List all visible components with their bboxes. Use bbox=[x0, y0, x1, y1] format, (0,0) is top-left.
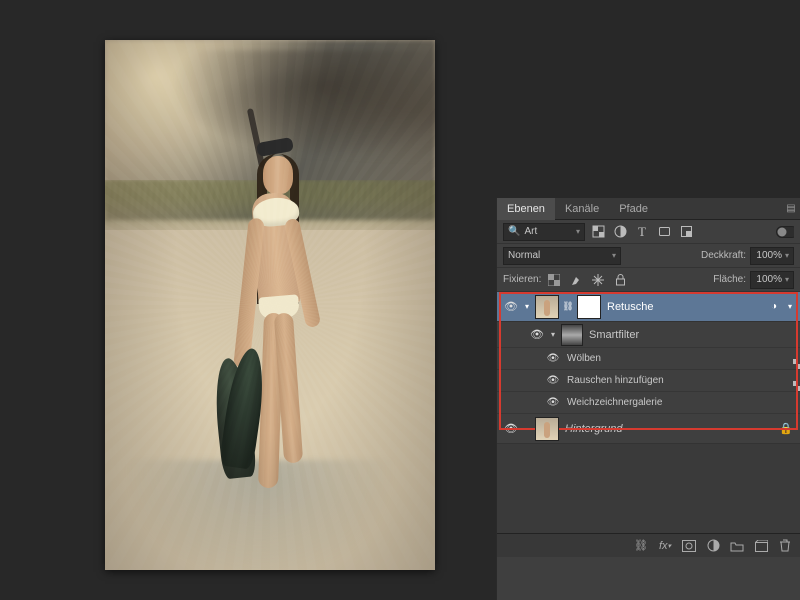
delete-layer-icon[interactable] bbox=[774, 537, 796, 555]
new-group-icon[interactable] bbox=[726, 537, 748, 555]
layer-retusche[interactable]: 👁 ⛓ Retusche ◑ bbox=[497, 292, 800, 322]
layer-name[interactable]: Hintergrund bbox=[561, 423, 776, 435]
fx-icon[interactable]: fx▾ bbox=[654, 537, 676, 555]
filter-mask-thumb[interactable] bbox=[561, 324, 583, 346]
panel-menu-icon[interactable]: ▤ bbox=[782, 203, 800, 214]
filter-toggle[interactable] bbox=[776, 223, 794, 241]
layer-list: 👁 ⛓ Retusche ◑ 👁 Smartfilter 👁 Wölben 👁 … bbox=[497, 292, 800, 533]
layers-panel: Ebenen Kanäle Pfade ▤ 🔍 Art ▾ T Normal▾ … bbox=[496, 198, 800, 600]
filter-label: Art bbox=[524, 226, 537, 237]
visibility-icon[interactable]: 👁 bbox=[543, 353, 563, 364]
link-icon[interactable]: ⛓ bbox=[561, 301, 575, 312]
lock-icon[interactable]: 🔒 bbox=[776, 422, 796, 435]
filter-type-icon[interactable]: T bbox=[633, 223, 651, 241]
effects-expand-icon[interactable] bbox=[784, 302, 796, 311]
visibility-icon[interactable]: 👁 bbox=[501, 300, 521, 313]
filter-shape-icon[interactable] bbox=[655, 223, 673, 241]
layer-hintergrund[interactable]: 👁 Hintergrund 🔒 bbox=[497, 414, 800, 444]
link-layers-icon[interactable]: ⛓ bbox=[630, 537, 652, 555]
filter-row: 🔍 Art ▾ T bbox=[497, 220, 800, 244]
blend-mode-select[interactable]: Normal▾ bbox=[503, 247, 621, 265]
new-layer-icon[interactable] bbox=[750, 537, 772, 555]
filter-smartobj-icon[interactable] bbox=[677, 223, 695, 241]
blend-opacity-row: Normal▾ Deckkraft: 100%▾ bbox=[497, 244, 800, 268]
filter-rauschen[interactable]: 👁 Rauschen hinzufügen bbox=[497, 370, 800, 392]
opacity-label: Deckkraft: bbox=[701, 250, 746, 261]
fill-label: Fläche: bbox=[713, 274, 746, 285]
visibility-icon[interactable]: 👁 bbox=[527, 328, 547, 341]
tab-channels[interactable]: Kanäle bbox=[555, 198, 609, 220]
add-mask-icon[interactable] bbox=[678, 537, 700, 555]
filter-adjustment-icon[interactable] bbox=[611, 223, 629, 241]
fill-field[interactable]: 100%▾ bbox=[750, 271, 794, 289]
lock-label: Fixieren: bbox=[503, 274, 541, 285]
expand-icon[interactable] bbox=[521, 302, 533, 311]
panel-footer: ⛓ fx▾ bbox=[497, 533, 800, 557]
smart-filters-header[interactable]: 👁 Smartfilter bbox=[497, 322, 800, 348]
lock-fill-row: Fixieren: Fläche: 100%▾ bbox=[497, 268, 800, 292]
visibility-icon[interactable]: 👁 bbox=[543, 375, 563, 386]
layer-thumb[interactable] bbox=[535, 417, 559, 441]
empty-area[interactable] bbox=[497, 444, 800, 533]
smart-object-icon: ◑ bbox=[764, 301, 784, 312]
layer-name[interactable]: Retusche bbox=[603, 301, 764, 313]
panel-tabbar: Ebenen Kanäle Pfade ▤ bbox=[497, 198, 800, 220]
new-adjustment-icon[interactable] bbox=[702, 537, 724, 555]
layer-filter-type[interactable]: 🔍 Art ▾ bbox=[503, 223, 585, 241]
expand-icon[interactable] bbox=[547, 330, 559, 339]
lock-position-icon[interactable] bbox=[589, 271, 607, 289]
lock-pixels-icon[interactable] bbox=[567, 271, 585, 289]
tab-layers[interactable]: Ebenen bbox=[497, 198, 555, 220]
lock-transparency-icon[interactable] bbox=[545, 271, 563, 289]
visibility-icon[interactable]: 👁 bbox=[501, 422, 521, 435]
filter-weichzeichner[interactable]: 👁 Weichzeichnergalerie bbox=[497, 392, 800, 414]
opacity-field[interactable]: 100%▾ bbox=[750, 247, 794, 265]
tab-paths[interactable]: Pfade bbox=[609, 198, 658, 220]
layer-thumb[interactable] bbox=[535, 295, 559, 319]
lock-all-icon[interactable] bbox=[611, 271, 629, 289]
document-canvas[interactable] bbox=[105, 40, 435, 570]
filter-woelben[interactable]: 👁 Wölben bbox=[497, 348, 800, 370]
smart-filters-label: Smartfilter bbox=[585, 329, 800, 341]
filter-pixel-icon[interactable] bbox=[589, 223, 607, 241]
visibility-icon[interactable]: 👁 bbox=[543, 397, 563, 408]
layer-mask-thumb[interactable] bbox=[577, 295, 601, 319]
